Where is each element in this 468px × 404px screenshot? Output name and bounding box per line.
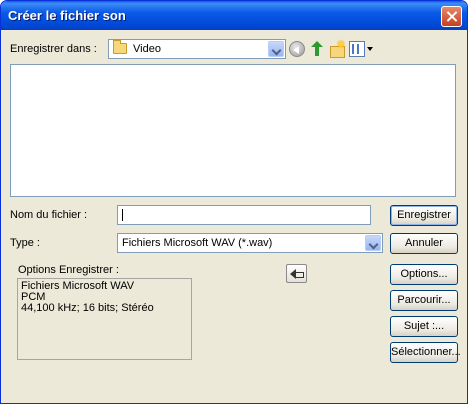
save-options-info: Fichiers Microsoft WAV PCM 44,100 kHz; 1… [21, 281, 154, 314]
save-in-value: Video [133, 43, 161, 55]
new-folder-icon[interactable] [329, 41, 345, 58]
chevron-down-icon[interactable] [365, 235, 381, 251]
save-options-label: Options Enregistrer : [18, 264, 119, 276]
type-label: Type : [10, 237, 40, 249]
text-caret [122, 209, 123, 221]
select-button[interactable]: Sélectionner... [390, 342, 461, 363]
browse-button[interactable]: Parcourir... [390, 290, 458, 311]
save-options-box: Fichiers Microsoft WAV PCM 44,100 kHz; 1… [17, 278, 192, 360]
dialog-title: Créer le fichier son [8, 8, 126, 23]
title-bar[interactable]: Créer le fichier son [1, 1, 467, 30]
views-menu-icon[interactable] [349, 41, 365, 57]
close-icon[interactable] [441, 6, 462, 27]
save-in-dropdown[interactable]: Video [108, 39, 286, 59]
filename-label: Nom du fichier : [10, 209, 88, 221]
type-dropdown[interactable]: Fichiers Microsoft WAV (*.wav) [117, 233, 383, 253]
cancel-button[interactable]: Annuler [390, 233, 458, 254]
save-in-label: Enregistrer dans : [10, 43, 97, 55]
subject-button[interactable]: Sujet :... [390, 316, 458, 337]
folder-icon [113, 40, 127, 54]
type-value: Fichiers Microsoft WAV (*.wav) [122, 237, 273, 249]
up-folder-icon[interactable] [309, 41, 325, 57]
save-sound-dialog: Créer le fichier son Enregistrer dans : … [0, 0, 468, 404]
save-button[interactable]: Enregistrer [390, 205, 458, 226]
filename-field[interactable] [117, 205, 371, 225]
options-button[interactable]: Options... [390, 264, 458, 285]
views-dropdown-icon[interactable] [367, 47, 373, 51]
chevron-down-icon[interactable] [268, 41, 284, 57]
audio-attributes: 44,100 kHz; 16 bits; Stéréo [21, 302, 154, 314]
insert-arrow-icon[interactable] [286, 264, 307, 283]
file-list[interactable] [10, 64, 456, 197]
back-icon[interactable] [289, 41, 305, 57]
